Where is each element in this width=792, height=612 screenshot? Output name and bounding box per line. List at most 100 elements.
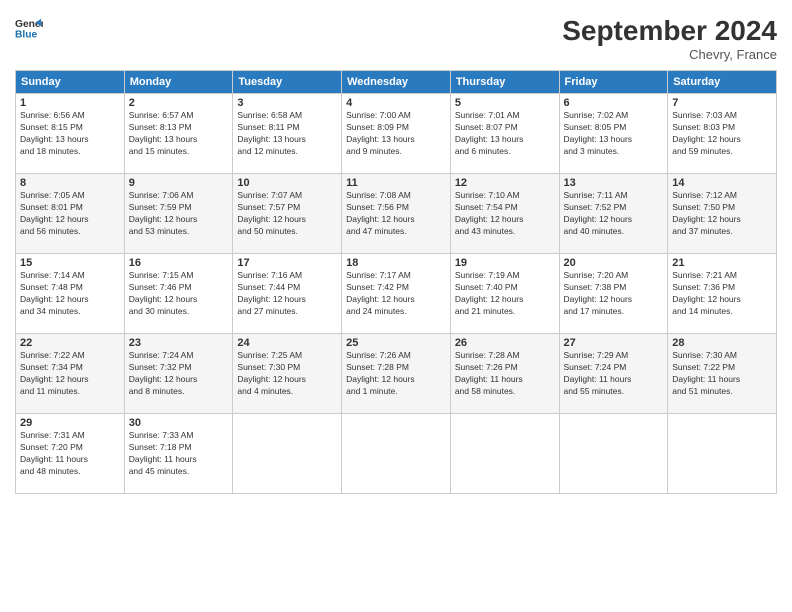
table-row: 1Sunrise: 6:56 AMSunset: 8:15 PMDaylight… bbox=[16, 94, 125, 174]
day-info: Sunrise: 7:20 AMSunset: 7:38 PMDaylight:… bbox=[564, 270, 664, 318]
day-number: 16 bbox=[129, 257, 229, 269]
day-number: 23 bbox=[129, 337, 229, 349]
day-number: 25 bbox=[346, 337, 446, 349]
day-number: 2 bbox=[129, 97, 229, 109]
day-number: 21 bbox=[672, 257, 772, 269]
day-info: Sunrise: 6:56 AMSunset: 8:15 PMDaylight:… bbox=[20, 110, 120, 158]
col-wednesday: Wednesday bbox=[342, 71, 451, 94]
table-row: 14Sunrise: 7:12 AMSunset: 7:50 PMDayligh… bbox=[668, 174, 777, 254]
table-row: 27Sunrise: 7:29 AMSunset: 7:24 PMDayligh… bbox=[559, 334, 668, 414]
table-row: 13Sunrise: 7:11 AMSunset: 7:52 PMDayligh… bbox=[559, 174, 668, 254]
day-info: Sunrise: 7:14 AMSunset: 7:48 PMDaylight:… bbox=[20, 270, 120, 318]
day-number: 29 bbox=[20, 417, 120, 429]
day-info: Sunrise: 7:25 AMSunset: 7:30 PMDaylight:… bbox=[237, 350, 337, 398]
table-row bbox=[233, 414, 342, 494]
table-row: 28Sunrise: 7:30 AMSunset: 7:22 PMDayligh… bbox=[668, 334, 777, 414]
day-number: 14 bbox=[672, 177, 772, 189]
day-info: Sunrise: 7:03 AMSunset: 8:03 PMDaylight:… bbox=[672, 110, 772, 158]
day-info: Sunrise: 7:24 AMSunset: 7:32 PMDaylight:… bbox=[129, 350, 229, 398]
table-row bbox=[450, 414, 559, 494]
day-info: Sunrise: 7:17 AMSunset: 7:42 PMDaylight:… bbox=[346, 270, 446, 318]
day-info: Sunrise: 7:19 AMSunset: 7:40 PMDaylight:… bbox=[455, 270, 555, 318]
day-number: 30 bbox=[129, 417, 229, 429]
day-number: 19 bbox=[455, 257, 555, 269]
day-info: Sunrise: 6:58 AMSunset: 8:11 PMDaylight:… bbox=[237, 110, 337, 158]
day-info: Sunrise: 6:57 AMSunset: 8:13 PMDaylight:… bbox=[129, 110, 229, 158]
day-number: 7 bbox=[672, 97, 772, 109]
day-number: 22 bbox=[20, 337, 120, 349]
day-number: 18 bbox=[346, 257, 446, 269]
table-row: 4Sunrise: 7:00 AMSunset: 8:09 PMDaylight… bbox=[342, 94, 451, 174]
day-number: 8 bbox=[20, 177, 120, 189]
day-info: Sunrise: 7:22 AMSunset: 7:34 PMDaylight:… bbox=[20, 350, 120, 398]
table-row: 21Sunrise: 7:21 AMSunset: 7:36 PMDayligh… bbox=[668, 254, 777, 334]
table-row: 7Sunrise: 7:03 AMSunset: 8:03 PMDaylight… bbox=[668, 94, 777, 174]
table-row: 22Sunrise: 7:22 AMSunset: 7:34 PMDayligh… bbox=[16, 334, 125, 414]
day-info: Sunrise: 7:30 AMSunset: 7:22 PMDaylight:… bbox=[672, 350, 772, 398]
title-block: September 2024 Chevry, France bbox=[562, 15, 777, 62]
day-info: Sunrise: 7:21 AMSunset: 7:36 PMDaylight:… bbox=[672, 270, 772, 318]
table-row: 3Sunrise: 6:58 AMSunset: 8:11 PMDaylight… bbox=[233, 94, 342, 174]
day-info: Sunrise: 7:33 AMSunset: 7:18 PMDaylight:… bbox=[129, 430, 229, 478]
day-info: Sunrise: 7:07 AMSunset: 7:57 PMDaylight:… bbox=[237, 190, 337, 238]
day-info: Sunrise: 7:31 AMSunset: 7:20 PMDaylight:… bbox=[20, 430, 120, 478]
table-row: 16Sunrise: 7:15 AMSunset: 7:46 PMDayligh… bbox=[124, 254, 233, 334]
header-row: Sunday Monday Tuesday Wednesday Thursday… bbox=[16, 71, 777, 94]
day-info: Sunrise: 7:02 AMSunset: 8:05 PMDaylight:… bbox=[564, 110, 664, 158]
day-info: Sunrise: 7:16 AMSunset: 7:44 PMDaylight:… bbox=[237, 270, 337, 318]
table-row: 29Sunrise: 7:31 AMSunset: 7:20 PMDayligh… bbox=[16, 414, 125, 494]
table-row bbox=[559, 414, 668, 494]
table-row: 10Sunrise: 7:07 AMSunset: 7:57 PMDayligh… bbox=[233, 174, 342, 254]
day-info: Sunrise: 7:12 AMSunset: 7:50 PMDaylight:… bbox=[672, 190, 772, 238]
svg-text:Blue: Blue bbox=[15, 29, 38, 40]
logo-icon: General Blue bbox=[15, 15, 43, 43]
col-tuesday: Tuesday bbox=[233, 71, 342, 94]
day-number: 11 bbox=[346, 177, 446, 189]
table-row: 8Sunrise: 7:05 AMSunset: 8:01 PMDaylight… bbox=[16, 174, 125, 254]
table-row: 19Sunrise: 7:19 AMSunset: 7:40 PMDayligh… bbox=[450, 254, 559, 334]
day-number: 6 bbox=[564, 97, 664, 109]
day-info: Sunrise: 7:01 AMSunset: 8:07 PMDaylight:… bbox=[455, 110, 555, 158]
day-number: 10 bbox=[237, 177, 337, 189]
month-title: September 2024 bbox=[562, 15, 777, 47]
table-row: 23Sunrise: 7:24 AMSunset: 7:32 PMDayligh… bbox=[124, 334, 233, 414]
day-number: 28 bbox=[672, 337, 772, 349]
location: Chevry, France bbox=[562, 47, 777, 62]
day-number: 9 bbox=[129, 177, 229, 189]
day-number: 5 bbox=[455, 97, 555, 109]
day-number: 26 bbox=[455, 337, 555, 349]
day-number: 20 bbox=[564, 257, 664, 269]
table-row: 15Sunrise: 7:14 AMSunset: 7:48 PMDayligh… bbox=[16, 254, 125, 334]
day-info: Sunrise: 7:05 AMSunset: 8:01 PMDaylight:… bbox=[20, 190, 120, 238]
day-number: 1 bbox=[20, 97, 120, 109]
col-thursday: Thursday bbox=[450, 71, 559, 94]
logo: General Blue bbox=[15, 15, 43, 43]
table-row: 20Sunrise: 7:20 AMSunset: 7:38 PMDayligh… bbox=[559, 254, 668, 334]
table-row bbox=[668, 414, 777, 494]
day-info: Sunrise: 7:06 AMSunset: 7:59 PMDaylight:… bbox=[129, 190, 229, 238]
col-saturday: Saturday bbox=[668, 71, 777, 94]
col-sunday: Sunday bbox=[16, 71, 125, 94]
day-number: 24 bbox=[237, 337, 337, 349]
day-info: Sunrise: 7:11 AMSunset: 7:52 PMDaylight:… bbox=[564, 190, 664, 238]
table-row: 11Sunrise: 7:08 AMSunset: 7:56 PMDayligh… bbox=[342, 174, 451, 254]
col-friday: Friday bbox=[559, 71, 668, 94]
day-info: Sunrise: 7:10 AMSunset: 7:54 PMDaylight:… bbox=[455, 190, 555, 238]
day-number: 13 bbox=[564, 177, 664, 189]
table-row: 25Sunrise: 7:26 AMSunset: 7:28 PMDayligh… bbox=[342, 334, 451, 414]
table-row: 9Sunrise: 7:06 AMSunset: 7:59 PMDaylight… bbox=[124, 174, 233, 254]
table-row: 30Sunrise: 7:33 AMSunset: 7:18 PMDayligh… bbox=[124, 414, 233, 494]
day-number: 27 bbox=[564, 337, 664, 349]
day-number: 12 bbox=[455, 177, 555, 189]
col-monday: Monday bbox=[124, 71, 233, 94]
table-row: 6Sunrise: 7:02 AMSunset: 8:05 PMDaylight… bbox=[559, 94, 668, 174]
day-info: Sunrise: 7:08 AMSunset: 7:56 PMDaylight:… bbox=[346, 190, 446, 238]
table-row bbox=[342, 414, 451, 494]
table-row: 24Sunrise: 7:25 AMSunset: 7:30 PMDayligh… bbox=[233, 334, 342, 414]
day-info: Sunrise: 7:26 AMSunset: 7:28 PMDaylight:… bbox=[346, 350, 446, 398]
day-number: 3 bbox=[237, 97, 337, 109]
table-row: 2Sunrise: 6:57 AMSunset: 8:13 PMDaylight… bbox=[124, 94, 233, 174]
day-info: Sunrise: 7:29 AMSunset: 7:24 PMDaylight:… bbox=[564, 350, 664, 398]
table-row: 5Sunrise: 7:01 AMSunset: 8:07 PMDaylight… bbox=[450, 94, 559, 174]
day-info: Sunrise: 7:00 AMSunset: 8:09 PMDaylight:… bbox=[346, 110, 446, 158]
